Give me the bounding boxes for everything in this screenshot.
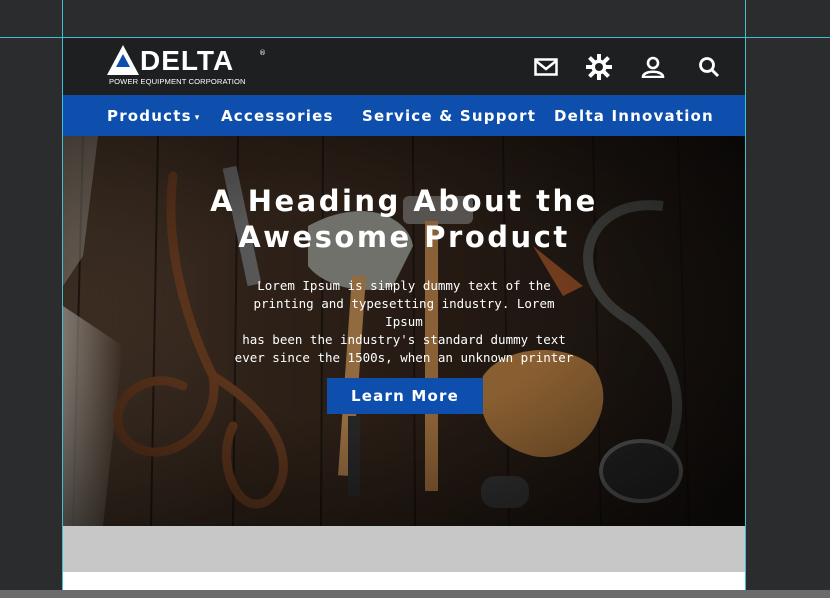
brand-name: DELTA [140, 45, 235, 76]
hero-banner: A Heading About the Awesome Product Lore… [63, 136, 745, 526]
nav-item-label: Accessories [221, 107, 334, 125]
search-icon [699, 57, 720, 78]
window-bottom-edge [0, 590, 830, 598]
site-header: DELTA ® POWER EQUIPMENT CORPORATION [63, 38, 745, 95]
main-nav: Products ▾ Accessories Service & Support … [63, 95, 745, 136]
nav-item-label: Service & Support [362, 107, 537, 125]
guide-line-right [745, 0, 746, 598]
hero-body-line: printing and typesetting industry. Lorem… [253, 296, 555, 329]
account-button[interactable] [638, 52, 668, 82]
chevron-down-icon: ▾ [194, 113, 201, 123]
nav-item-label: Delta Innovation [554, 107, 714, 125]
brand-registered-mark: ® [259, 49, 266, 57]
artboard: DELTA ® POWER EQUIPMENT CORPORATION Prod… [63, 38, 745, 598]
mail-button[interactable] [531, 52, 561, 82]
learn-more-button[interactable]: Learn More [327, 378, 483, 414]
hero-body-line: has been the industry's standard dummy t… [242, 332, 566, 347]
brand-tagline: POWER EQUIPMENT CORPORATION [109, 77, 246, 86]
placeholder-band [63, 526, 745, 572]
nav-item-products[interactable]: Products ▾ [107, 95, 200, 136]
delta-triangle-icon [107, 45, 139, 75]
hero-body-line: ever since the 1500s, when an unknown pr… [234, 350, 574, 365]
nav-item-service-support[interactable]: Service & Support [362, 95, 536, 136]
settings-button[interactable] [584, 52, 614, 82]
hero-body-text: Lorem Ipsum is simply dummy text of the … [233, 277, 575, 367]
search-button[interactable] [694, 52, 724, 82]
nav-item-label: Products [107, 107, 192, 125]
nav-item-accessories[interactable]: Accessories [221, 95, 334, 136]
nav-item-delta-innovation[interactable]: Delta Innovation [554, 95, 714, 136]
hero-heading-line-1: A Heading About the [210, 184, 598, 218]
brand-logo[interactable]: DELTA ® POWER EQUIPMENT CORPORATION [107, 45, 267, 89]
mail-icon [534, 58, 558, 76]
gear-icon [586, 54, 612, 80]
hero-heading: A Heading About the Awesome Product [63, 183, 745, 255]
user-icon [641, 56, 665, 78]
hero-heading-line-2: Awesome Product [238, 220, 570, 254]
hero-body-line: Lorem Ipsum is simply dummy text of the [257, 278, 551, 293]
